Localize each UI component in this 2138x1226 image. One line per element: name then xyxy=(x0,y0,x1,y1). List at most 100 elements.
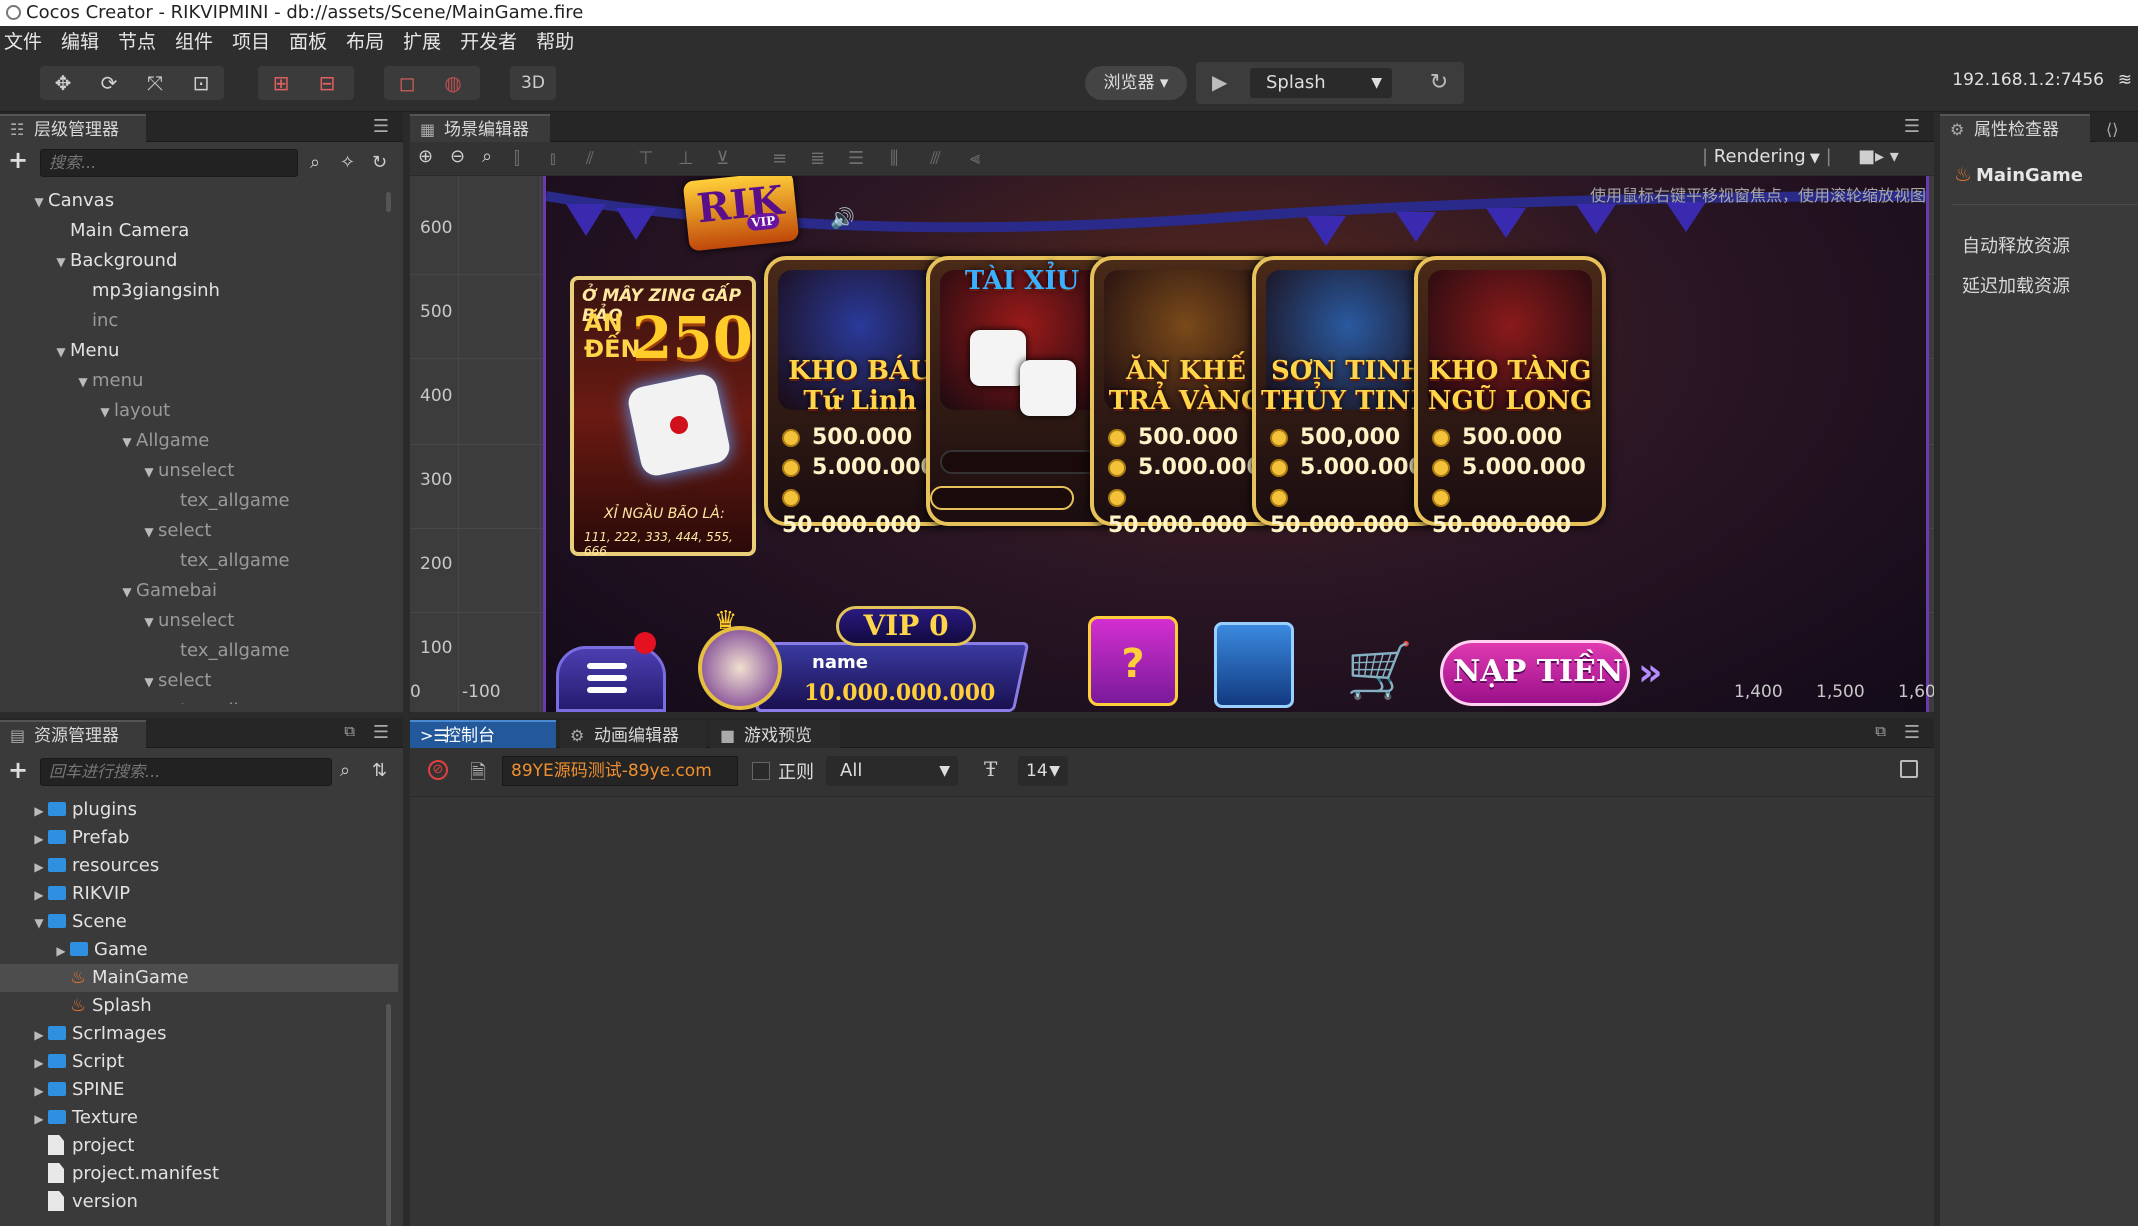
tab-service[interactable]: ⟨⟩ xyxy=(2096,114,2138,142)
menu-edit[interactable]: 编辑 xyxy=(57,26,99,58)
distribute-right-icon[interactable]: ⫷ xyxy=(970,148,980,169)
asset-item[interactable]: ♨ Splash xyxy=(0,992,398,1020)
tab-animation-editor[interactable]: ⚙ 动画编辑器 xyxy=(560,720,706,748)
hierarchy-node[interactable]: ▼ select xyxy=(0,666,398,696)
asset-item[interactable]: ▶ plugins xyxy=(0,796,398,824)
console-filter-input[interactable]: 89YE源码测试-89ye.com xyxy=(502,756,738,786)
search-icon[interactable]: ⌕ xyxy=(340,760,350,781)
sound-icon[interactable]: 🔊 xyxy=(830,206,855,230)
asset-item[interactable]: ▶ SPINE xyxy=(0,1076,398,1104)
create-asset-icon[interactable]: + xyxy=(8,756,28,784)
safe-icon[interactable] xyxy=(1214,622,1294,708)
caret-right-icon[interactable]: ▶ xyxy=(30,1077,48,1105)
caret-down-icon[interactable]: ▼ xyxy=(96,397,114,427)
menu-file[interactable]: 文件 xyxy=(0,26,42,58)
popout-icon[interactable]: ⧉ xyxy=(344,722,355,740)
locate-icon[interactable]: ✧ xyxy=(340,152,355,173)
zoom-out-icon[interactable]: ⊖ xyxy=(450,146,465,167)
caret-right-icon[interactable]: ▶ xyxy=(30,1049,48,1077)
assets-search-input[interactable]: 回车进行搜索... xyxy=(40,758,332,786)
caret-right-icon[interactable]: ▶ xyxy=(30,1021,48,1049)
hierarchy-node[interactable]: ▼ Background xyxy=(0,246,398,276)
caret-down-icon[interactable]: ▼ xyxy=(74,367,92,397)
add-node-icon[interactable]: + xyxy=(8,146,28,174)
refresh-icon[interactable]: ↻ xyxy=(1424,68,1454,98)
asset-item[interactable]: ▶ Script xyxy=(0,1048,398,1076)
tab-assets[interactable]: ▤ 资源管理器 xyxy=(0,720,146,748)
console-output[interactable] xyxy=(410,796,1934,1226)
caret-down-icon[interactable]: ▼ xyxy=(140,457,158,487)
refresh-icon[interactable]: ↻ xyxy=(372,152,387,173)
caret-right-icon[interactable]: ▶ xyxy=(30,881,48,909)
tab-hierarchy[interactable]: ☷ 层级管理器 xyxy=(0,114,146,142)
tab-console[interactable]: >☰ 控制台 xyxy=(410,720,556,748)
center-icon[interactable]: ⊟ xyxy=(304,66,350,100)
hierarchy-node[interactable]: tex_allgame xyxy=(0,546,398,576)
asset-item[interactable]: ▶ Game xyxy=(0,936,398,964)
menu-node[interactable]: 节点 xyxy=(114,26,156,58)
hierarchy-scrollbar[interactable] xyxy=(386,192,391,212)
hierarchy-node[interactable]: ▼ select xyxy=(0,516,398,546)
menu-extension[interactable]: 扩展 xyxy=(399,26,441,58)
promo-banner[interactable]: Ở MÂY ZING GẤP BẢO ĂN ĐẾN 250 XỈ NGẦU BÃ… xyxy=(570,276,756,558)
panel-menu-icon[interactable]: ☰ xyxy=(373,722,389,743)
hierarchy-node[interactable]: ▼ Gamebai xyxy=(0,576,398,606)
preview-platform-dropdown[interactable]: 浏览器 ▾ xyxy=(1085,66,1187,100)
move-tool-icon[interactable]: ✥ xyxy=(40,66,86,100)
async-load-assets-option[interactable]: 延迟加载资源 xyxy=(1962,272,2070,298)
local-space-icon[interactable]: ◻ xyxy=(384,66,430,100)
zoom-reset-icon[interactable]: ⌕ xyxy=(482,146,492,167)
distribute-bottom-icon[interactable]: ☰ xyxy=(848,148,864,169)
caret-down-icon[interactable]: ▼ xyxy=(52,247,70,277)
caret-right-icon[interactable]: ▶ xyxy=(30,853,48,881)
asset-item[interactable]: project xyxy=(0,1132,398,1160)
log-file-icon[interactable]: 🗎 xyxy=(470,758,486,792)
hierarchy-node[interactable]: Main Camera xyxy=(0,216,398,246)
asset-item[interactable]: ▶ resources xyxy=(0,852,398,880)
asset-item[interactable]: ♨ MainGame xyxy=(0,964,398,992)
pivot-icon[interactable]: ⊞ xyxy=(258,66,304,100)
scene-viewport[interactable]: 600 500 400 300 200 100 0 -100 1,400 1,5… xyxy=(410,176,1934,712)
log-level-select[interactable]: All ▼ xyxy=(826,756,958,786)
hierarchy-node[interactable]: mp3giangsinh xyxy=(0,276,398,306)
asset-item[interactable]: ▶ Prefab xyxy=(0,824,398,852)
align-hcenter-icon[interactable]: ⫾ xyxy=(550,148,556,169)
caret-right-icon[interactable]: ▶ xyxy=(52,937,70,965)
align-left-icon[interactable]: ⫿ xyxy=(514,148,520,169)
tab-scene[interactable]: ▦ 场景编辑器 xyxy=(410,114,550,142)
game-card[interactable]: KHO TÀNG NGŨ LONG 500.000 5.000.000 50.000.… xyxy=(1414,256,1606,538)
camera-icon[interactable]: ■▸ ▾ xyxy=(1858,146,1899,167)
auto-release-assets-option[interactable]: 自动释放资源 xyxy=(1962,232,2070,258)
asset-item[interactable]: ▶ RIKVIP xyxy=(0,880,398,908)
asset-item[interactable]: project.manifest xyxy=(0,1160,398,1188)
panel-menu-icon[interactable]: ☰ xyxy=(1904,722,1920,743)
collapse-icon[interactable] xyxy=(1900,760,1918,778)
panel-menu-icon[interactable]: ☰ xyxy=(373,116,389,137)
clear-console-icon[interactable]: ⊘ xyxy=(428,760,448,780)
distribute-hcenter-icon[interactable]: ⫻ xyxy=(930,148,941,169)
align-top-icon[interactable]: ⊤ xyxy=(638,148,654,169)
sort-icon[interactable]: ⇅ xyxy=(372,760,387,781)
rendering-dropdown[interactable]: | Rendering ▼ | xyxy=(1702,146,1832,167)
asset-item[interactable]: version xyxy=(0,1188,398,1216)
panel-menu-icon[interactable]: ☰ xyxy=(1904,116,1920,137)
hierarchy-node[interactable]: ▼ unselect xyxy=(0,606,398,636)
caret-down-icon[interactable]: ▼ xyxy=(52,337,70,367)
menu-project[interactable]: 项目 xyxy=(228,26,270,58)
hierarchy-node[interactable]: ▼ Canvas xyxy=(0,186,398,216)
preview-scene-select[interactable]: Splash ▼ xyxy=(1250,68,1392,98)
caret-right-icon[interactable]: ▶ xyxy=(30,825,48,853)
distribute-vcenter-icon[interactable]: ≣ xyxy=(810,148,825,169)
hierarchy-node[interactable]: ▼ Allgame xyxy=(0,426,398,456)
rotate-tool-icon[interactable]: ⟳ xyxy=(86,66,132,100)
rect-tool-icon[interactable]: ⊡ xyxy=(178,66,224,100)
align-bottom-icon[interactable]: ⊻ xyxy=(716,148,729,169)
tab-game-preview[interactable]: ■ 游戏预览 xyxy=(710,720,840,748)
menu-help[interactable]: 帮助 xyxy=(532,26,574,58)
hierarchy-node[interactable]: tex_allgame xyxy=(0,486,398,516)
caret-down-icon[interactable]: ▼ xyxy=(30,187,48,217)
caret-down-icon[interactable]: ▼ xyxy=(118,577,136,607)
menu-panel[interactable]: 面板 xyxy=(285,26,327,58)
caret-down-icon[interactable]: ▼ xyxy=(118,427,136,457)
play-icon[interactable]: ▶ xyxy=(1212,70,1236,96)
